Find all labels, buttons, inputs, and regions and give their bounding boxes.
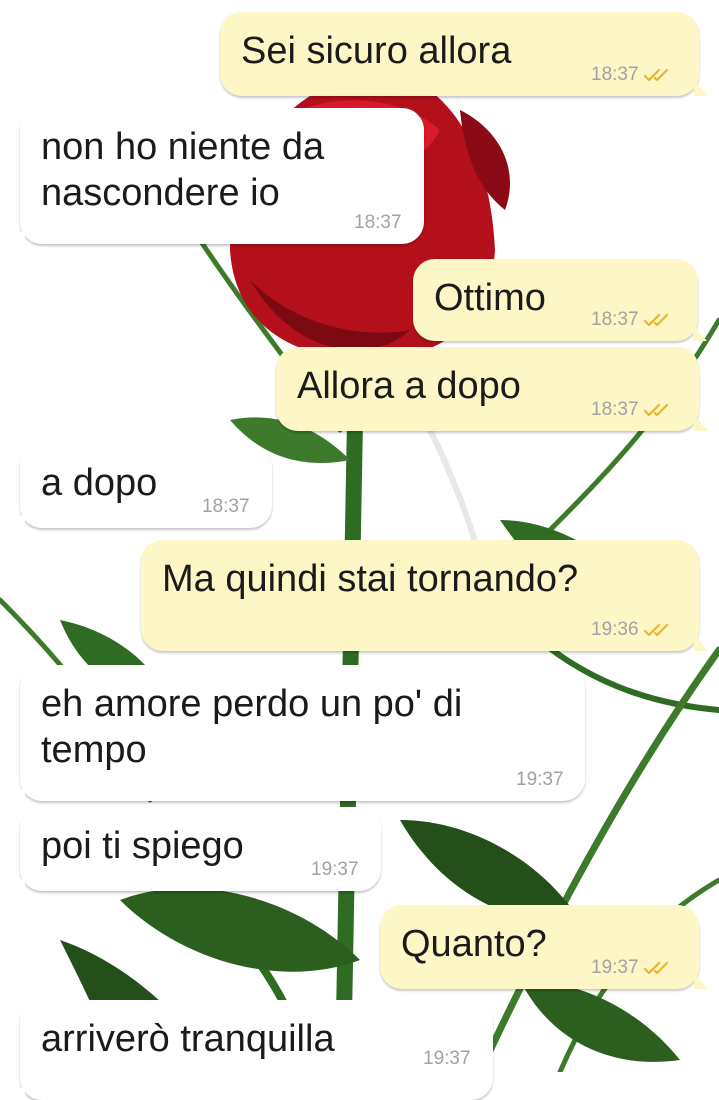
outgoing-message-bubble[interactable]: Ma quindi stai tornando? 19:36 (141, 540, 708, 651)
double-check-icon (643, 961, 668, 975)
message-meta: 18:37 (591, 309, 674, 331)
message-text: eh amore perdo un po' di tempo (41, 683, 463, 771)
message-timestamp: 18:37 (591, 309, 639, 330)
double-check-icon (643, 68, 668, 82)
message-timestamp: 19:36 (591, 619, 639, 640)
message-text: Ma quindi stai tornando? (162, 558, 579, 600)
bubble-tail-icon (11, 228, 25, 244)
message-meta: 18:37 (591, 399, 674, 421)
message-meta: 19:36 (591, 619, 674, 641)
message-timestamp: 19:37 (311, 859, 359, 880)
message-meta: 19:37 (423, 1048, 471, 1070)
message-timestamp: 18:37 (591, 64, 639, 85)
bubble-tail-icon (694, 415, 708, 431)
message-timestamp: 19:37 (423, 1048, 471, 1069)
message-text: non ho niente da nascondere io (41, 126, 325, 214)
incoming-message-bubble[interactable]: non ho niente da nascondere io 18:37 (11, 108, 424, 244)
double-check-icon (643, 313, 668, 327)
bubble-tail-icon (11, 512, 25, 528)
message-text: poi ti spiego (41, 825, 244, 867)
message-text: arriverò tranquilla (41, 1018, 335, 1060)
message-meta: 19:37 (591, 957, 674, 979)
incoming-message-bubble[interactable]: poi ti spiego 19:37 (11, 807, 381, 891)
message-meta: 18:37 (202, 496, 250, 518)
message-timestamp: 18:37 (202, 496, 250, 517)
incoming-message-bubble[interactable]: eh amore perdo un po' di tempo 19:37 (11, 665, 585, 801)
outgoing-message-bubble[interactable]: Ottimo 18:37 (413, 259, 707, 341)
message-meta: 19:37 (516, 769, 564, 791)
outgoing-message-bubble[interactable]: Quanto? 19:37 (380, 905, 708, 989)
message-timestamp: 18:37 (591, 399, 639, 420)
message-meta: 19:37 (311, 859, 359, 881)
message-text: Quanto? (401, 923, 547, 965)
bubble-tail-icon (693, 325, 707, 341)
message-timestamp: 19:37 (591, 957, 639, 978)
bubble-tail-icon (11, 875, 25, 891)
message-text: Allora a dopo (297, 365, 521, 407)
bubble-tail-icon (694, 973, 708, 989)
outgoing-message-bubble[interactable]: Allora a dopo 18:37 (276, 347, 708, 431)
bubble-tail-icon (11, 785, 25, 801)
double-check-icon (643, 403, 668, 417)
message-timestamp: 19:37 (516, 769, 564, 790)
incoming-message-bubble[interactable]: a dopo 18:37 (11, 444, 272, 528)
message-meta: 18:37 (591, 64, 674, 86)
bubble-tail-icon (11, 1084, 25, 1100)
double-check-icon (643, 623, 668, 637)
outgoing-message-bubble[interactable]: Sei sicuro allora 18:37 (220, 12, 708, 96)
bubble-tail-icon (694, 80, 708, 96)
message-timestamp: 18:37 (354, 212, 402, 233)
incoming-message-bubble[interactable]: arriverò tranquilla 19:37 (11, 1000, 493, 1100)
message-text: Ottimo (434, 277, 546, 319)
message-text: Sei sicuro allora (241, 30, 512, 72)
bubble-tail-icon (694, 635, 708, 651)
message-meta: 18:37 (354, 212, 402, 234)
message-text: a dopo (41, 462, 158, 504)
